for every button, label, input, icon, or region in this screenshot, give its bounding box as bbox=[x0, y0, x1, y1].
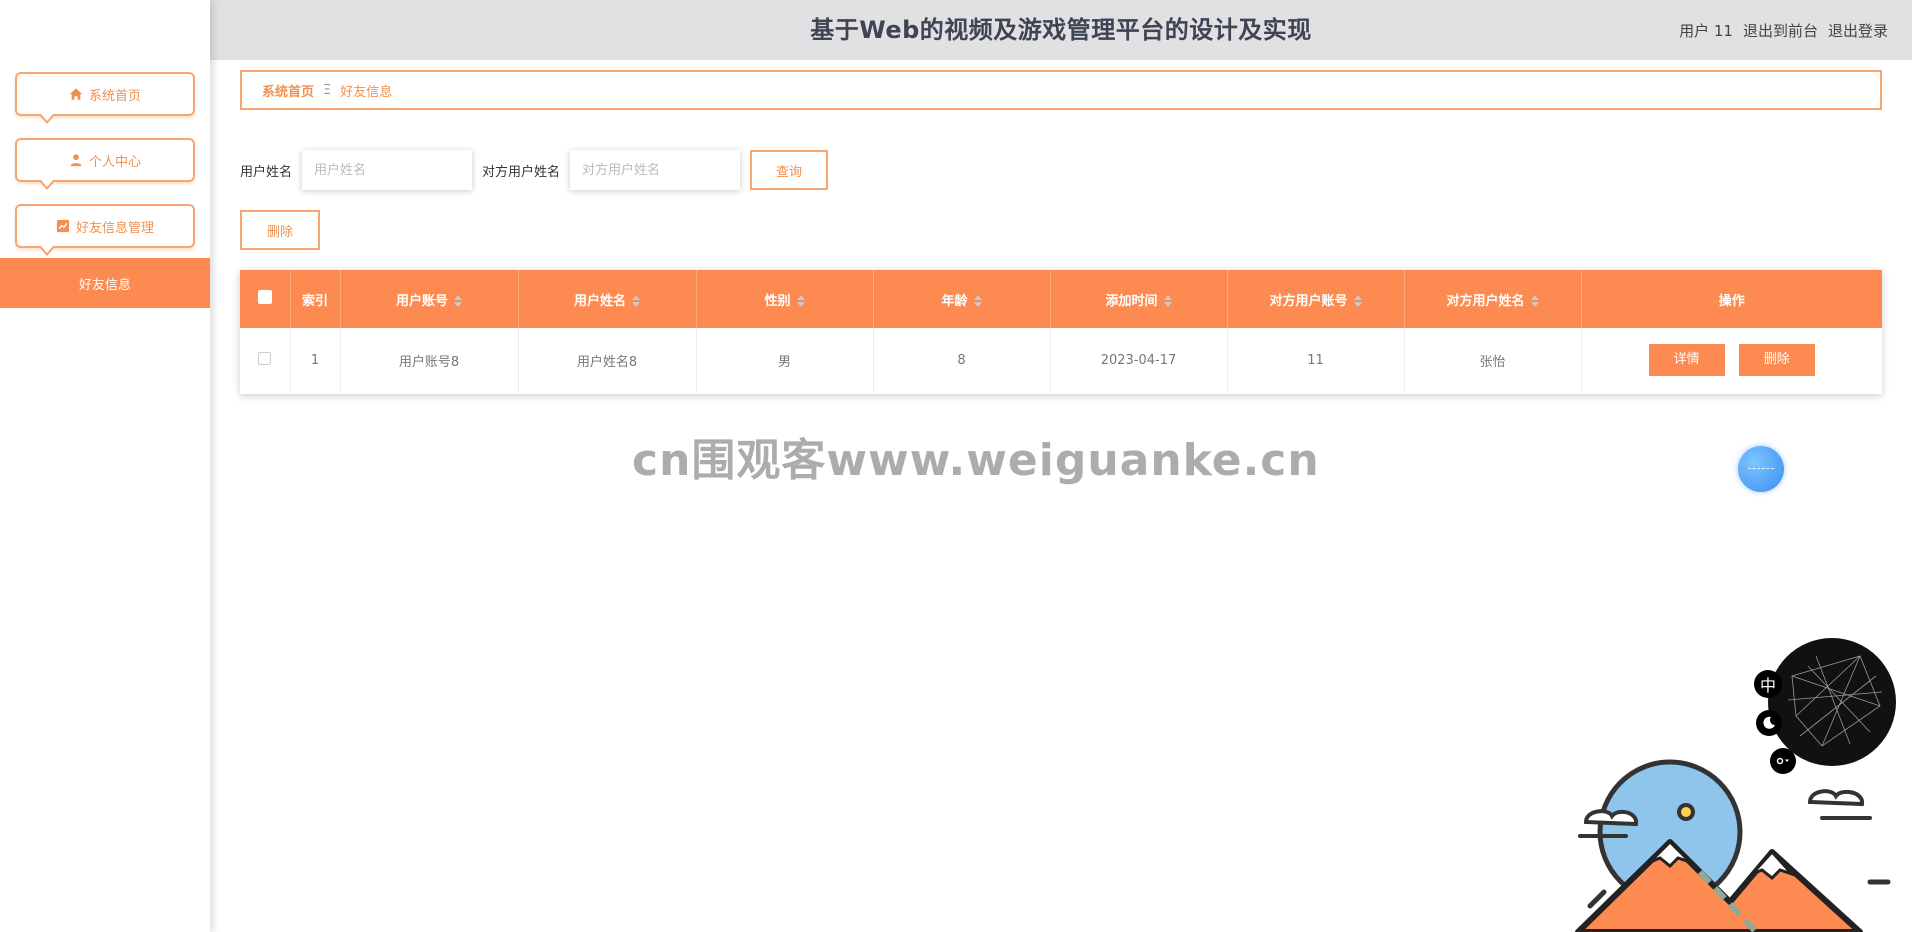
cell-other-account: 11 bbox=[1227, 328, 1405, 392]
language-toggle-button[interactable]: 中 bbox=[1754, 670, 1782, 698]
cell-name: 用户姓名8 bbox=[518, 328, 697, 392]
column-title: 用户账号 bbox=[395, 293, 448, 309]
sort-icon[interactable] bbox=[454, 295, 462, 307]
batch-delete-button[interactable]: 删除 bbox=[240, 210, 320, 250]
breadcrumb-current: 好友信息 bbox=[340, 84, 393, 100]
sidebar-subitem-friend-info[interactable]: 好友信息 bbox=[0, 258, 210, 308]
sidebar-item-label: 好友信息管理 bbox=[75, 220, 154, 236]
sort-icon[interactable] bbox=[1163, 295, 1172, 307]
column-header-account[interactable]: 用户账号 bbox=[340, 270, 519, 328]
row-delete-button[interactable]: 删除 bbox=[1738, 344, 1815, 376]
mountain-illustration bbox=[1575, 638, 1896, 932]
sidebar-item-label: 系统首页 bbox=[88, 88, 141, 104]
sidebar-item-personal-center[interactable]: 个人中心 bbox=[15, 138, 195, 190]
column-header-gender[interactable]: 性别 bbox=[696, 270, 874, 328]
column-header-added-time[interactable]: 添加时间 bbox=[1050, 270, 1228, 328]
cell-age: 8 bbox=[873, 328, 1051, 392]
column-title: 索引 bbox=[301, 293, 328, 309]
friend-table: 索引 用户账号 用户姓名 性别 年龄 添加时间 对方用户账号 对方用户姓名 操作… bbox=[240, 270, 1882, 394]
toggle-icon bbox=[1776, 757, 1789, 765]
exit-to-front-link[interactable]: 退出到前台 bbox=[1743, 20, 1818, 41]
cell-actions: 详情 删除 bbox=[1581, 328, 1882, 392]
column-title: 对方用户账号 bbox=[1269, 293, 1348, 309]
chart-icon bbox=[56, 219, 70, 233]
breadcrumb: 系统首页 Ξ 好友信息 bbox=[240, 70, 1882, 110]
sidebar-item-friend-management[interactable]: 好友信息管理 bbox=[15, 204, 195, 256]
column-title: 用户姓名 bbox=[573, 293, 626, 309]
page-title: 基于Web的视频及游戏管理平台的设计及实现 bbox=[810, 16, 1312, 44]
column-title: 操作 bbox=[1718, 293, 1745, 309]
breadcrumb-home[interactable]: 系统首页 bbox=[262, 81, 314, 100]
user-name-input[interactable] bbox=[302, 150, 473, 190]
language-label: 中 bbox=[1759, 676, 1776, 695]
corner-decoration: 中 bbox=[1560, 636, 1912, 932]
breadcrumb-separator: Ξ bbox=[323, 82, 332, 98]
column-header-actions: 操作 bbox=[1581, 270, 1882, 328]
select-all-checkbox[interactable] bbox=[257, 290, 272, 304]
column-title: 性别 bbox=[764, 293, 791, 309]
cell-gender: 男 bbox=[696, 328, 874, 392]
select-all-cell bbox=[240, 270, 291, 328]
sidebar-item-label: 个人中心 bbox=[88, 154, 141, 170]
cell-added-time: 2023-04-17 bbox=[1050, 328, 1228, 392]
top-header: 基于Web的视频及游戏管理平台的设计及实现 用户 11 退出到前台 退出登录 bbox=[210, 0, 1912, 60]
user-name-label: 用户姓名 bbox=[240, 164, 293, 180]
other-user-name-label: 对方用户姓名 bbox=[482, 164, 561, 180]
row-checkbox[interactable] bbox=[258, 351, 272, 365]
dark-mode-button[interactable] bbox=[1756, 710, 1782, 736]
moon-icon bbox=[1763, 716, 1775, 729]
table-row: 1 用户账号8 用户姓名8 男 8 2023-04-17 11 张怡 详情 删除 bbox=[240, 328, 1882, 392]
logout-link[interactable]: 退出登录 bbox=[1828, 20, 1888, 41]
column-title: 年龄 bbox=[941, 293, 968, 309]
watermark: cn围观客www.weiguanke.cn bbox=[632, 435, 1320, 486]
sort-icon[interactable] bbox=[1530, 295, 1539, 307]
detail-button[interactable]: 详情 bbox=[1648, 344, 1725, 376]
sort-icon[interactable] bbox=[973, 295, 982, 307]
column-header-index: 索引 bbox=[290, 270, 341, 328]
cell-account: 用户账号8 bbox=[340, 328, 519, 392]
column-header-name[interactable]: 用户姓名 bbox=[518, 270, 697, 328]
other-user-name-input[interactable] bbox=[570, 150, 741, 190]
header-links: 用户 11 退出到前台 退出登录 bbox=[1679, 0, 1888, 60]
sidebar: 系统首页 个人中心 好友信息管理 好友信息 bbox=[0, 0, 210, 932]
column-header-other-account[interactable]: 对方用户账号 bbox=[1227, 270, 1405, 328]
floating-ball[interactable] bbox=[1738, 446, 1784, 492]
sort-icon[interactable] bbox=[1353, 295, 1362, 307]
query-button[interactable]: 查询 bbox=[750, 150, 829, 190]
table-header-row: 索引 用户账号 用户姓名 性别 年龄 添加时间 对方用户账号 对方用户姓名 操作 bbox=[240, 270, 1882, 328]
column-title: 对方用户姓名 bbox=[1446, 293, 1525, 309]
column-title: 添加时间 bbox=[1105, 293, 1158, 309]
row-select-cell bbox=[240, 328, 291, 392]
cell-index: 1 bbox=[290, 328, 341, 392]
home-icon bbox=[69, 88, 83, 100]
column-header-age[interactable]: 年龄 bbox=[873, 270, 1051, 328]
column-header-other-name[interactable]: 对方用户姓名 bbox=[1404, 270, 1582, 328]
current-user: 用户 11 bbox=[1679, 21, 1733, 40]
settings-button[interactable] bbox=[1770, 748, 1796, 774]
cell-other-name: 张怡 bbox=[1404, 328, 1582, 392]
search-bar: 用户姓名 对方用户姓名 查询 bbox=[240, 150, 829, 190]
sidebar-item-home[interactable]: 系统首页 bbox=[15, 72, 195, 124]
sort-icon[interactable] bbox=[796, 295, 805, 307]
sort-icon[interactable] bbox=[632, 295, 640, 307]
user-icon bbox=[70, 154, 82, 167]
